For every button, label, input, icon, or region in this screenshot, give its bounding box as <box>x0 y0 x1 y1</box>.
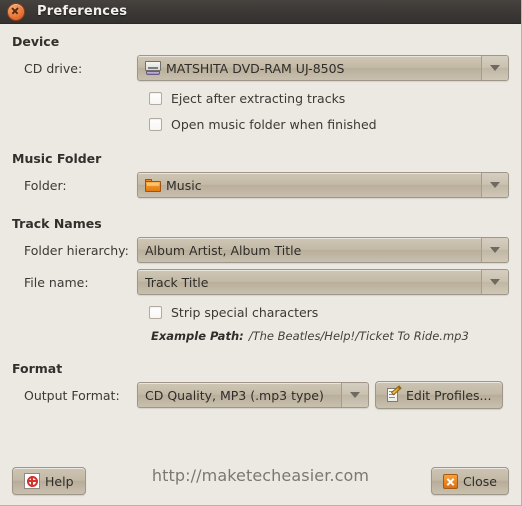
example-path-label: Example Path: <box>151 329 244 343</box>
output-format-dropdown-arrow[interactable] <box>341 383 368 407</box>
cd-drive-label: CD drive: <box>24 60 83 76</box>
chevron-down-icon <box>490 279 500 285</box>
folder-hierarchy-row: Folder hierarchy: Album Artist, Album Ti… <box>12 235 509 265</box>
cd-drive-value: MATSHITA DVD-RAM UJ-850S <box>166 60 345 76</box>
folder-hierarchy-label: Folder hierarchy: <box>24 242 129 258</box>
close-button-label: Close <box>462 473 497 489</box>
help-button-label: Help <box>45 473 74 489</box>
file-name-dropdown-arrow[interactable] <box>481 270 508 294</box>
file-name-combobox[interactable]: Track Title <box>137 269 509 295</box>
example-path-value: /The Beatles/Help!/Ticket To Ride.mp3 <box>248 329 469 343</box>
window-title: Preferences <box>37 4 128 19</box>
strip-special-characters-row[interactable]: Strip special characters <box>12 299 509 325</box>
chevron-down-icon <box>350 392 360 398</box>
section-heading-track-names: Track Names <box>12 216 102 231</box>
cd-drive-icon <box>145 61 161 75</box>
music-folder-dropdown-arrow[interactable] <box>481 173 508 197</box>
open-music-folder-checkbox[interactable] <box>149 117 162 131</box>
edit-document-icon <box>387 384 402 403</box>
eject-after-extracting-label: Eject after extracting tracks <box>171 90 346 106</box>
open-music-folder-label: Open music folder when finished <box>171 116 377 132</box>
section-heading-format: Format <box>12 361 63 376</box>
eject-after-extracting-checkbox[interactable] <box>149 91 162 105</box>
help-button[interactable]: Help <box>12 467 86 495</box>
folder-icon <box>145 178 161 192</box>
file-name-combobox-body: Track Title <box>138 270 481 294</box>
example-path: Example Path: /The Beatles/Help!/Ticket … <box>12 325 509 347</box>
music-folder-label: Folder: <box>24 177 67 193</box>
title-bar: Preferences <box>0 0 521 24</box>
cd-drive-combobox-body: MATSHITA DVD-RAM UJ-850S <box>138 56 481 80</box>
dialog-action-bar: http://maketecheasier.com Help Close <box>0 457 521 505</box>
cd-drive-dropdown-arrow[interactable] <box>481 56 508 80</box>
edit-profiles-button[interactable]: Edit Profiles... <box>375 381 504 409</box>
close-button[interactable]: Close <box>430 467 509 495</box>
music-folder-row: Folder: Music <box>12 170 509 200</box>
folder-hierarchy-value: Album Artist, Album Title <box>145 242 302 258</box>
output-format-combobox-body: CD Quality, MP3 (.mp3 type) <box>138 383 341 407</box>
output-format-row: Output Format: CD Quality, MP3 (.mp3 typ… <box>12 380 509 410</box>
section-heading-device: Device <box>12 34 60 49</box>
cd-drive-combobox[interactable]: MATSHITA DVD-RAM UJ-850S <box>137 55 509 81</box>
strip-special-characters-label: Strip special characters <box>171 304 319 320</box>
preferences-window: Preferences Device CD drive: MATSHITA DV… <box>0 0 522 506</box>
chevron-down-icon <box>490 247 500 253</box>
output-format-combobox[interactable]: CD Quality, MP3 (.mp3 type) <box>137 382 369 408</box>
section-heading-music-folder: Music Folder <box>12 151 102 166</box>
music-folder-value: Music <box>166 177 202 193</box>
folder-hierarchy-dropdown-arrow[interactable] <box>481 238 508 262</box>
output-format-value: CD Quality, MP3 (.mp3 type) <box>145 387 324 403</box>
folder-hierarchy-combobox[interactable]: Album Artist, Album Title <box>137 237 509 263</box>
strip-special-characters-checkbox[interactable] <box>149 305 162 319</box>
eject-after-extracting-row[interactable]: Eject after extracting tracks <box>12 85 509 111</box>
edit-profiles-label: Edit Profiles... <box>406 387 492 403</box>
chevron-down-icon <box>490 65 500 71</box>
music-folder-combobox[interactable]: Music <box>137 172 509 198</box>
cd-drive-row: CD drive: MATSHITA DVD-RAM UJ-850S <box>12 53 509 83</box>
file-name-row: File name: Track Title <box>12 267 509 297</box>
life-ring-icon <box>24 473 40 489</box>
file-name-label: File name: <box>24 274 89 290</box>
output-format-label: Output Format: <box>24 387 120 403</box>
spacer-device <box>12 137 509 151</box>
spacer-music-folder <box>12 202 509 216</box>
preferences-content: Device CD drive: MATSHITA DVD-RAM UJ-850… <box>0 24 521 505</box>
folder-hierarchy-combobox-body: Album Artist, Album Title <box>138 238 481 262</box>
music-folder-combobox-body: Music <box>138 173 481 197</box>
close-x-icon <box>442 473 458 489</box>
spacer-track-names <box>12 347 509 361</box>
open-music-folder-row[interactable]: Open music folder when finished <box>12 111 509 137</box>
file-name-value: Track Title <box>145 274 209 290</box>
window-close-icon[interactable] <box>7 2 25 21</box>
chevron-down-icon <box>490 182 500 188</box>
